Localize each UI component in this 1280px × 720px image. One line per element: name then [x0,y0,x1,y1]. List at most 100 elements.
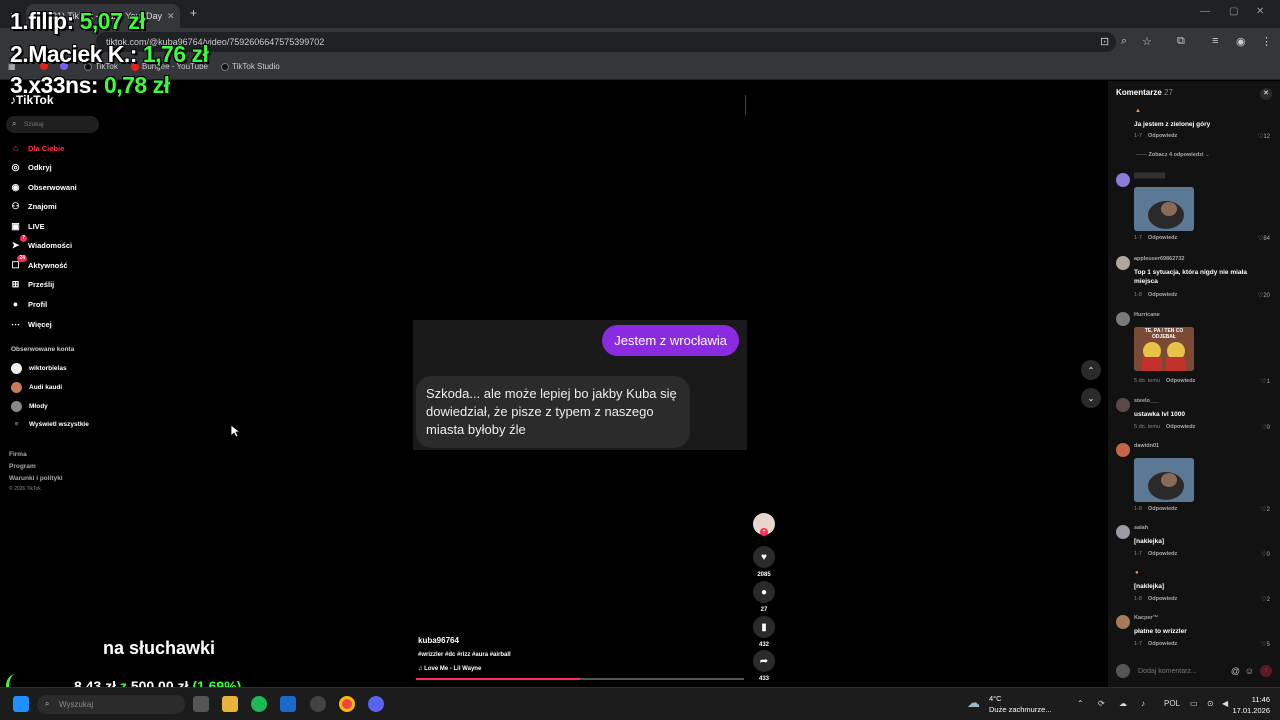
emoji-icon[interactable]: ☺ [1245,666,1254,676]
stream-caption: na słuchawki [103,638,216,658]
footer-link-firma[interactable]: Firma [9,451,27,458]
taskbar-clock[interactable]: 11:46 17.01.2026 [1226,694,1270,716]
file-explorer-icon[interactable] [222,696,238,712]
comment-input[interactable]: Dodaj komentarz... @ ☺ ↑ [1116,663,1272,679]
reply-link[interactable]: Odpowiedz [1148,235,1177,241]
followed-account[interactable]: wiktorbielas [11,363,67,374]
sync-icon[interactable]: ⟳ [1098,699,1105,708]
avatar [1116,443,1130,457]
comment-button[interactable]: ● 27 [752,581,776,613]
like-button[interactable]: ♥ 2085 [752,546,776,578]
reply-link[interactable]: Odpowiedz [1148,292,1177,298]
nav-profil[interactable]: ● Profil [10,299,47,309]
video-author[interactable]: kuba96764 [418,636,459,645]
followed-account[interactable]: Audi kaudi [11,382,62,393]
discord-icon[interactable] [368,696,384,712]
comment-like[interactable]: ♡2 [1261,596,1270,603]
reply-link[interactable]: Odpowiedz [1166,424,1195,430]
comment-username[interactable]: salah [1134,525,1148,531]
mention-icon[interactable]: @ [1231,666,1240,676]
language-indicator[interactable]: POL [1164,699,1180,708]
bookmark-tiktok-studio[interactable]: TikTok Studio [221,62,280,71]
reply-link[interactable]: Odpowiedz [1148,506,1177,512]
follow-plus-icon[interactable]: + [760,528,768,536]
taskbar-search-input[interactable]: ⌕ Wyszukaj [37,695,185,714]
search-input[interactable]: ⌕ Szukaj [6,116,99,133]
windows-start-icon[interactable] [13,696,29,712]
minimize-icon[interactable]: — [1200,6,1210,17]
microphone-icon[interactable]: ♪ [1141,699,1145,708]
nav-znajomi[interactable]: ⚇ Znajomi [10,201,56,212]
install-app-icon[interactable]: ⊡ [1100,35,1109,48]
profile-avatar-icon[interactable]: ◉ [1236,35,1246,48]
bookmark-star-icon[interactable]: ☆ [1142,35,1152,48]
followed-account[interactable]: Młody [11,401,48,412]
nav-live[interactable]: ▣ LIVE [10,221,44,232]
display-icon[interactable]: ▭ [1190,699,1198,708]
onedrive-icon[interactable]: ☁ [1119,699,1127,708]
comment-like[interactable]: ♡12 [1258,133,1270,140]
spotify-icon[interactable] [251,696,267,712]
avatar [1116,256,1130,270]
close-window-icon[interactable]: ✕ [1256,6,1264,17]
video-player[interactable]: Jestem z wrocławia Szkoda... ale może le… [413,81,747,681]
reply-link[interactable]: Odpowiedz [1148,551,1177,557]
comment-like[interactable]: ♡2 [1261,506,1270,513]
nav-dla-ciebie[interactable]: ⌂ Dla Ciebie [10,143,64,153]
comment-like[interactable]: ♡0 [1261,551,1270,558]
comment-username[interactable]: appleuser69862732 [1134,256,1184,262]
obs-icon[interactable] [310,696,326,712]
chrome-icon[interactable] [339,696,355,712]
comment-like[interactable]: ♡1 [1261,378,1270,385]
reply-link[interactable]: Odpowiedz [1148,641,1177,647]
browser-menu-icon[interactable]: ⋮ [1261,35,1272,48]
steam-icon[interactable] [280,696,296,712]
show-all-link[interactable]: ≡ Wyświetl wszystkie [11,421,89,428]
nav-wiadomosci[interactable]: ➤ 7 Wiadomości [10,235,72,251]
leaderboard-row-1: 1.filip: 5,07 zł [10,8,146,34]
video-hashtags[interactable]: #wrizzler #dc #rizz #aura #airball [418,652,511,658]
footer-link-terms[interactable]: Warunki i polityki [9,475,63,482]
nav-wiecej[interactable]: ⋯ Więcej [10,319,52,330]
footer-link-program[interactable]: Program [9,463,36,470]
nav-odkryj[interactable]: ◎ Odkryj [10,162,52,173]
zoom-icon[interactable]: ⌕ [1121,35,1127,48]
send-comment-icon[interactable]: ↑ [1260,665,1272,677]
video-music[interactable]: ♫ Love Me - Lil Wayne [418,666,481,672]
extensions-icon[interactable]: ⧉ [1177,35,1185,48]
avatar [1116,398,1130,412]
comment-username[interactable]: steelo___ [1134,398,1159,404]
nav-aktywnosc[interactable]: ☐ 24 Aktywność [10,255,68,271]
avatar [1116,615,1130,629]
comment-like[interactable]: ♡5 [1261,641,1270,648]
previous-video-button[interactable]: ⌃ [1081,360,1101,380]
video-progress-bar[interactable] [416,678,744,680]
comment-username-obscured[interactable]: ▒▒▒▒▒▒▒▒ [1134,173,1165,179]
tray-expand-icon[interactable]: ⌃ [1077,699,1084,708]
close-tab-icon[interactable]: ✕ [167,11,175,22]
nav-obserwowani[interactable]: ◉ Obserwowani [10,182,77,193]
save-button[interactable]: ▮ 432 [752,616,776,648]
new-tab-icon[interactable]: + [190,6,197,20]
comment-username[interactable]: Kacper™ [1134,615,1158,621]
nav-przeslij[interactable]: ⊞ Prześlij [10,279,55,290]
close-comments-icon[interactable]: ✕ [1260,88,1272,100]
url-field[interactable]: tiktok.com/@kuba96764/video/759260664757… [96,32,1116,52]
reply-link[interactable]: Odpowiedz [1148,596,1177,602]
comment-username[interactable]: Hurricane [1134,312,1160,318]
maximize-icon[interactable]: ▢ [1229,6,1238,17]
share-button[interactable]: ➦ 433 [752,650,776,682]
creator-avatar[interactable]: + [752,513,776,536]
comment-username[interactable]: dawidn01 [1134,443,1159,449]
task-view-icon[interactable] [193,696,209,712]
comment-like[interactable]: ♡20 [1258,292,1270,299]
reading-list-icon[interactable]: ≡ [1212,35,1218,47]
comment-like[interactable]: ♡84 [1258,235,1270,242]
comment-like[interactable]: ♡0 [1261,424,1270,431]
next-video-button[interactable]: ⌄ [1081,388,1101,408]
reply-link[interactable]: Odpowiedz [1166,378,1195,384]
view-replies-link[interactable]: —— Zobacz 4 odpowiedzi ⌄ [1136,152,1210,158]
reply-link[interactable]: Odpowiedz [1148,133,1177,139]
weather-widget[interactable]: ☁ 4°C Duże zachmurze... [967,693,1052,715]
network-icon[interactable]: ⊙ [1207,699,1214,708]
